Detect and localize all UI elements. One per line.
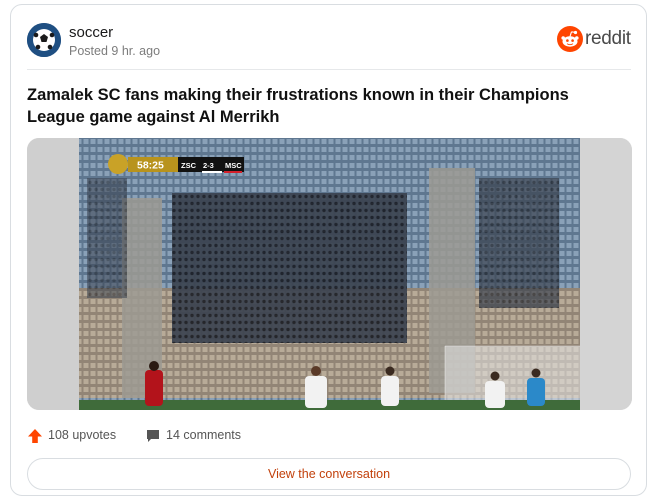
stadium-video-frame: 58:25 ZSC 2-3 MSC (27, 138, 632, 410)
upvote-button[interactable]: 108 upvotes (27, 425, 117, 447)
comment-bubble-icon (145, 428, 161, 449)
upvote-arrow-icon (27, 428, 43, 449)
post-timestamp: Posted 9 hr. ago (69, 44, 161, 58)
scoreboard-home: ZSC (181, 161, 197, 170)
comment-count: 14 comments (166, 428, 242, 442)
view-conversation-button[interactable]: View the conversation (27, 458, 631, 490)
soccer-ball-icon[interactable] (27, 23, 61, 57)
post-actions: 108 upvotes 14 comments (27, 425, 631, 447)
reddit-logo-icon (557, 26, 583, 52)
upvote-count: 108 upvotes (48, 428, 117, 442)
scoreboard-clock: 58:25 (137, 160, 164, 172)
scoreboard (108, 154, 244, 174)
header-divider (27, 69, 631, 70)
post-title[interactable]: Zamalek SC fans making their frustration… (27, 84, 627, 128)
post-header: soccer Posted 9 hr. ago reddit (27, 23, 631, 63)
comments-button[interactable]: 14 comments (145, 425, 245, 447)
reddit-brand[interactable]: reddit (557, 26, 631, 54)
scoreboard-score: 2-3 (203, 161, 214, 170)
post-video[interactable]: 58:25 ZSC 2-3 MSC (27, 138, 632, 410)
subreddit-name[interactable]: soccer (69, 24, 113, 41)
scoreboard-away: MSC (225, 161, 242, 170)
reddit-wordmark: reddit (585, 28, 631, 49)
post-card: soccer Posted 9 hr. ago reddit Zamalek S… (10, 4, 647, 496)
